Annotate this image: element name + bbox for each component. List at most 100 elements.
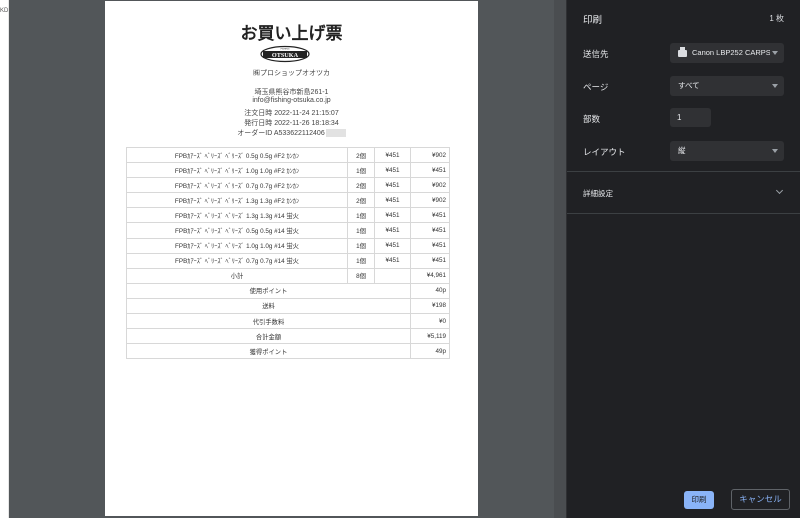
item-name: FPBｶｱｰｽﾞ ﾍﾞﾘｰｽﾞ ﾍﾞﾘｰｽﾞ 0.5g 0.5g #F2 ｶﾝｶ… [126,146,348,164]
item-unit-price: ¥451 [374,222,411,239]
table-row: FPBｶｱｰｽﾞ ﾍﾞﾘｰｽﾞ ﾍﾞﾘｰｽﾞ 0.5g 0.5g #14 蛍火 … [126,222,450,239]
summary-label: 獲得ポイント [126,343,411,360]
receipt-title: お買い上げ票 [240,24,343,43]
summary-row: 合計金額 ¥5,119 [126,328,450,345]
svg-text:OTSUKA: OTSUKA [272,52,299,59]
subtotal-value: ¥4,961 [410,267,450,284]
summary-label: 合計金額 [126,328,411,345]
shop-logo: OTSUKA FISHING [260,45,310,63]
item-name: FPBｶｱｰｽﾞ ﾍﾞﾘｰｽﾞ ﾍﾞﾘｰｽﾞ 1.3g 1.3g #14 蛍火 [126,207,348,224]
item-unit-price: ¥451 [374,177,411,194]
item-subtotal: ¥902 [410,192,450,209]
item-subtotal: ¥451 [410,222,450,239]
shop-name: ㈱プロショップオオツカ [253,70,330,77]
item-name: FPBｶｱｰｽﾞ ﾍﾞﾘｰｽﾞ ﾍﾞﾘｰｽﾞ 0.7g 0.7g #14 蛍火 [126,252,348,269]
sheet-count: 1 枚 [769,14,784,23]
copies-label: 部数 [583,114,601,124]
subtotal-label: 小計 [126,267,348,284]
pages-value: すべて [678,81,700,90]
summary-label: 使用ポイント [126,282,411,299]
subtotal-row: 小計 8個 ¥4,961 [126,267,450,284]
chevron-down-icon [772,51,778,55]
summary-row: 獲得ポイント 49p [126,343,450,360]
copies-input[interactable] [670,108,711,127]
order-id-line: オーダーID A533622112406 [105,128,478,138]
item-qty: 1個 [347,222,375,239]
chevron-down-icon[interactable] [775,186,784,195]
layout-label: レイアウト [583,147,626,157]
issue-date: 発行日時 2022-11-26 18:18:34 [244,120,339,127]
layout-select[interactable]: 縦 [670,141,784,161]
destination-value: Canon LBP252 CARPS [692,48,770,58]
summary-row: 送料 ¥198 [126,297,450,315]
item-subtotal: ¥451 [410,237,450,254]
summary-label: 代引手数料 [126,313,411,330]
order-id-redaction [325,129,346,138]
item-unit-price: ¥451 [374,162,411,179]
receipt-table: FPBｶｱｰｽﾞ ﾍﾞﾘｰｽﾞ ﾍﾞﾘｰｽﾞ 0.5g 0.5g #F2 ｶﾝｶ… [126,146,450,360]
print-settings-panel: 印刷 1 枚 送信先 Canon LBP252 CARPS ページ すべて 部数… [566,0,800,518]
background-page-strip: KD [0,0,9,518]
shop-email: info@fishing-otsuka.co.jp [252,97,331,104]
order-date: 注文日時 2022-11-24 21:15:07 [244,110,339,117]
item-subtotal: ¥902 [410,177,450,194]
advanced-settings-toggle[interactable]: 詳細設定 [583,188,613,199]
pages-select[interactable]: すべて [670,76,784,96]
panel-divider [567,171,800,172]
item-name: FPBｶｱｰｽﾞ ﾍﾞﾘｰｽﾞ ﾍﾞﾘｰｽﾞ 0.5g 0.5g #14 蛍火 [126,222,348,239]
summary-row: 代引手数料 ¥0 [126,313,450,330]
item-name: FPBｶｱｰｽﾞ ﾍﾞﾘｰｽﾞ ﾍﾞﾘｰｽﾞ 1.0g 1.0g #F2 ｶﾝｶ… [126,162,348,179]
print-dialog-title: 印刷 [583,15,603,26]
item-qty: 1個 [347,237,375,254]
chevron-down-icon [772,84,778,88]
subtotal-empty-cell [374,267,411,284]
item-unit-price: ¥451 [374,146,411,164]
cancel-button[interactable]: キャンセル [731,489,790,510]
subtotal-qty: 8個 [347,267,375,284]
item-unit-price: ¥451 [374,207,411,224]
pages-label: ページ [583,82,609,92]
summary-row: 使用ポイント 40p [126,282,450,299]
item-qty: 2個 [347,192,375,209]
printer-icon [678,46,687,57]
destination-label: 送信先 [583,49,609,59]
shop-address: 埼玉県熊谷市新島261-1 [254,89,329,96]
item-qty: 1個 [347,252,375,269]
svg-text:FISHING: FISHING [281,49,290,51]
item-subtotal: ¥451 [410,252,450,269]
summary-value: 49p [410,343,450,360]
table-row: FPBｶｱｰｽﾞ ﾍﾞﾘｰｽﾞ ﾍﾞﾘｰｽﾞ 1.3g 1.3g #14 蛍火 … [126,207,450,224]
table-row: FPBｶｱｰｽﾞ ﾍﾞﾘｰｽﾞ ﾍﾞﾘｰｽﾞ 0.7g 0.7g #F2 ｶﾝｶ… [126,177,450,194]
table-row: FPBｶｱｰｽﾞ ﾍﾞﾘｰｽﾞ ﾍﾞﾘｰｽﾞ 1.0g 1.0g #F2 ｶﾝｶ… [126,162,450,179]
summary-value: ¥0 [410,313,450,330]
summary-value: ¥198 [410,297,450,315]
panel-divider [567,213,800,214]
summary-label: 送料 [126,297,411,315]
receipt-page: お買い上げ票 OTSUKA FISHING ㈱プロショップオオツカ 埼玉県熊谷市… [105,1,478,516]
item-unit-price: ¥451 [374,237,411,254]
item-name: FPBｶｱｰｽﾞ ﾍﾞﾘｰｽﾞ ﾍﾞﾘｰｽﾞ 1.3g 1.3g #F2 ｶﾝｶ… [126,192,348,209]
background-text-fragment: KD [0,8,9,14]
item-subtotal: ¥902 [410,146,450,164]
summary-value: ¥5,119 [410,328,450,345]
preview-scrollbar[interactable] [554,0,566,518]
layout-value: 縦 [678,146,686,155]
item-qty: 2個 [347,146,375,164]
chevron-down-icon [772,149,778,153]
table-row: FPBｶｱｰｽﾞ ﾍﾞﾘｰｽﾞ ﾍﾞﾘｰｽﾞ 1.0g 1.0g #14 蛍火 … [126,237,450,254]
item-name: FPBｶｱｰｽﾞ ﾍﾞﾘｰｽﾞ ﾍﾞﾘｰｽﾞ 1.0g 1.0g #14 蛍火 [126,237,348,254]
print-preview-area[interactable]: お買い上げ票 OTSUKA FISHING ㈱プロショップオオツカ 埼玉県熊谷市… [9,0,566,518]
item-subtotal: ¥451 [410,162,450,179]
item-name: FPBｶｱｰｽﾞ ﾍﾞﾘｰｽﾞ ﾍﾞﾘｰｽﾞ 0.7g 0.7g #F2 ｶﾝｶ… [126,177,348,194]
item-qty: 1個 [347,207,375,224]
summary-value: 40p [410,282,450,299]
order-id: オーダーID A533622112406 [237,130,325,137]
item-subtotal: ¥451 [410,207,450,224]
table-row: FPBｶｱｰｽﾞ ﾍﾞﾘｰｽﾞ ﾍﾞﾘｰｽﾞ 1.3g 1.3g #F2 ｶﾝｶ… [126,192,450,209]
table-row: FPBｶｱｰｽﾞ ﾍﾞﾘｰｽﾞ ﾍﾞﾘｰｽﾞ 0.5g 0.5g #F2 ｶﾝｶ… [126,146,450,164]
print-button[interactable]: 印刷 [684,491,714,509]
table-row: FPBｶｱｰｽﾞ ﾍﾞﾘｰｽﾞ ﾍﾞﾘｰｽﾞ 0.7g 0.7g #14 蛍火 … [126,252,450,269]
destination-select[interactable]: Canon LBP252 CARPS [670,43,784,63]
item-qty: 2個 [347,177,375,194]
item-unit-price: ¥451 [374,252,411,269]
